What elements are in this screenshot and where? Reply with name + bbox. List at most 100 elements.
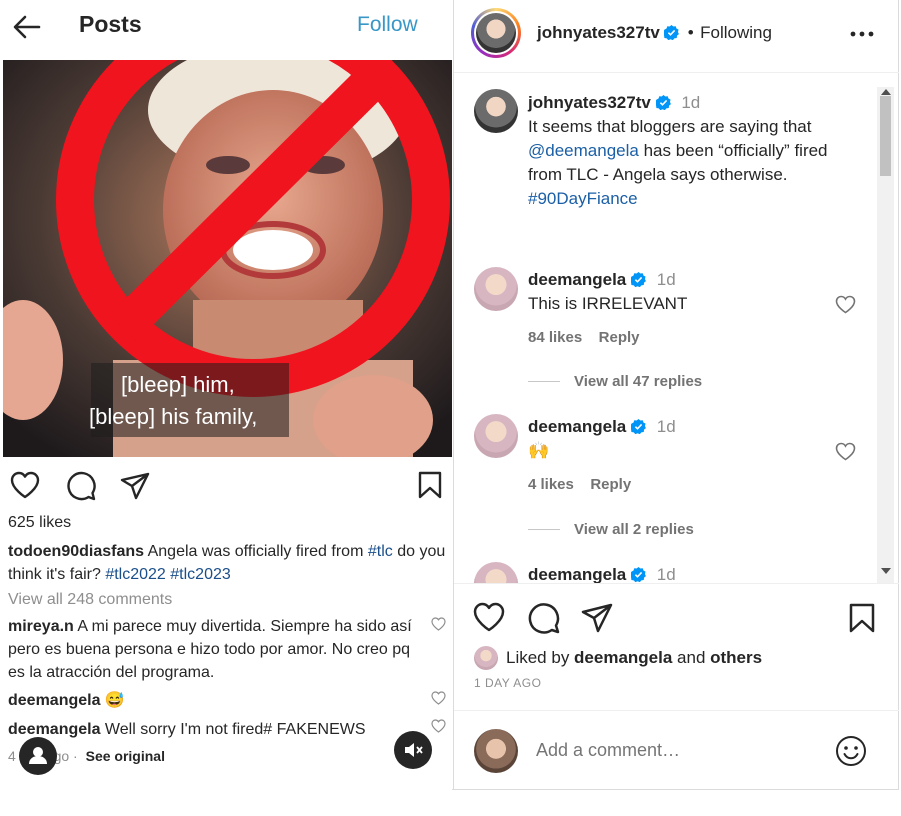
view-replies-text[interactable]: View all 47 replies (574, 373, 702, 390)
caption-text: Angela was officially fired from (144, 543, 368, 560)
comment-like-heart-icon[interactable] (431, 719, 446, 733)
caption-hashtag-tlc2022[interactable]: #tlc2022 (105, 566, 166, 583)
comment-username[interactable]: deemangela (528, 565, 626, 583)
see-original-link[interactable]: See original (86, 748, 165, 764)
photo-caption-line1: [bleep] him, (121, 372, 235, 397)
view-replies-text[interactable]: View all 2 replies (574, 521, 694, 538)
avatar[interactable] (474, 414, 518, 458)
comment-username[interactable]: deemangela (8, 721, 100, 738)
header-username[interactable]: johnyates327tv (537, 23, 660, 42)
view-replies-link[interactable]: View all 47 replies (528, 373, 702, 391)
comment-item: mireya.n A mi parece muy divertida. Siem… (8, 615, 428, 684)
verified-badge-icon (631, 567, 646, 582)
comment-time: 4 (8, 748, 16, 764)
speaker-muted-icon (405, 743, 423, 757)
comment-likes[interactable]: 4 likes (528, 476, 574, 493)
page-title: Posts (79, 11, 142, 37)
following-status[interactable]: Following (700, 23, 772, 42)
avatar[interactable] (474, 562, 518, 583)
caption-hashtag-tlc[interactable]: #tlc (368, 543, 393, 560)
comment-likes[interactable]: 84 likes (528, 329, 582, 346)
comment-text: 🙌 (528, 441, 550, 460)
post-image[interactable]: [bleep] him, [bleep] his family, (3, 60, 452, 457)
post-caption-text: It seems that bloggers are saying that @d… (528, 115, 858, 211)
verified-badge-icon (655, 95, 671, 110)
scrollbar-thumb[interactable] (880, 96, 891, 176)
liked-by-prefix: Liked by (506, 648, 575, 667)
comment-author-line: deemangela 1d (528, 268, 676, 292)
comment-text: Well sorry I'm not fired# FAKENEWS (100, 721, 366, 738)
comment-item: deemangela Well sorry I'm not fired# FAK… (8, 718, 428, 741)
posts-topbar: Posts Follow (2, 0, 452, 58)
scroll-up-arrow-icon[interactable] (881, 89, 891, 95)
more-options-icon[interactable] (850, 30, 874, 38)
post-username[interactable]: johnyates327tv (528, 93, 651, 112)
comment-time: 1d (656, 417, 676, 436)
post-actions-left (2, 466, 452, 506)
back-arrow-icon[interactable] (12, 12, 42, 42)
mute-button[interactable] (394, 731, 432, 769)
comment-like-heart-icon[interactable] (835, 442, 856, 461)
avatar[interactable] (474, 267, 518, 311)
post-caption: todoen90diasfans Angela was officially f… (8, 540, 448, 586)
comment-time: 1d (656, 270, 676, 289)
post-time: 1d (681, 93, 701, 112)
comments-scroll-area[interactable]: johnyates327tv 1d It seems that bloggers… (454, 73, 899, 584)
comment-author-line: deemangela 1d (528, 415, 676, 439)
follow-button[interactable]: Follow (357, 13, 418, 37)
add-comment-input[interactable] (534, 739, 798, 762)
like-heart-icon[interactable] (473, 602, 505, 632)
likes-count: 625 likes (8, 514, 72, 531)
user-icon (29, 747, 47, 764)
comment-username[interactable]: deemangela (528, 270, 626, 289)
comment-like-heart-icon[interactable] (835, 295, 856, 314)
avatar[interactable] (474, 89, 518, 133)
share-send-icon[interactable] (120, 472, 150, 500)
liked-by-user[interactable]: deemangela (574, 648, 672, 667)
emoji-smiley-icon[interactable] (835, 735, 867, 767)
photo-caption-line2: [bleep] his family, (89, 404, 257, 429)
mention-link[interactable]: @deemangela (528, 141, 639, 160)
comment-text: This is IRRELEVANT (528, 294, 688, 313)
reply-button[interactable]: Reply (590, 476, 631, 493)
profile-fab-button[interactable] (19, 737, 57, 775)
comment-actions: 4 likes Reply (528, 476, 631, 494)
avatar[interactable] (474, 646, 498, 670)
comment-bubble-icon[interactable] (528, 602, 560, 634)
caption-username[interactable]: todoen90diasfans (8, 543, 144, 560)
avatar (476, 13, 516, 53)
comment-actions: 84 likes Reply (528, 329, 640, 347)
post-date: 1 DAY AGO (474, 676, 542, 690)
comment-username[interactable]: deemangela (528, 417, 626, 436)
liked-by-line: Liked by deemangela and others (506, 648, 762, 668)
post-detail-panel: johnyates327tv • Following johnyates327t… (453, 0, 899, 790)
like-heart-icon[interactable] (10, 471, 40, 499)
comment-like-heart-icon[interactable] (431, 691, 446, 705)
comment-username[interactable]: mireya.n (8, 618, 74, 635)
share-send-icon[interactable] (581, 603, 613, 633)
comment-like-heart-icon[interactable] (431, 617, 446, 631)
verified-badge-icon (631, 419, 646, 434)
post-photo-graphic: [bleep] him, [bleep] his family, (3, 60, 452, 457)
save-bookmark-icon[interactable] (849, 603, 875, 633)
verified-badge-icon (631, 272, 646, 287)
hashtag-link[interactable]: #90DayFiance (528, 189, 638, 208)
comment-item: deemangela 😅 (8, 689, 428, 712)
view-replies-link[interactable]: View all 2 replies (528, 521, 694, 539)
verified-badge-icon (664, 25, 680, 40)
reply-button[interactable]: Reply (599, 329, 640, 346)
avatar (474, 729, 518, 773)
comment-bubble-icon[interactable] (66, 471, 96, 501)
post-author-line: johnyates327tv 1d (528, 91, 700, 115)
caption-hashtag-tlc2023[interactable]: #tlc2023 (170, 566, 231, 583)
comment-time: 1d (656, 565, 676, 584)
comment-username[interactable]: deemangela (8, 692, 100, 709)
post-text: It seems that bloggers are saying that (528, 117, 812, 136)
save-bookmark-icon[interactable] (418, 471, 442, 499)
post-actions (454, 598, 899, 638)
scroll-down-arrow-icon[interactable] (881, 568, 891, 574)
embedded-post-screenshot: Posts Follow [bleep] him, [bleep] his fa… (2, 0, 452, 790)
view-all-comments-link[interactable]: View all 248 comments (8, 591, 172, 609)
liked-by-others[interactable]: others (710, 648, 762, 667)
story-ring[interactable] (471, 8, 521, 58)
